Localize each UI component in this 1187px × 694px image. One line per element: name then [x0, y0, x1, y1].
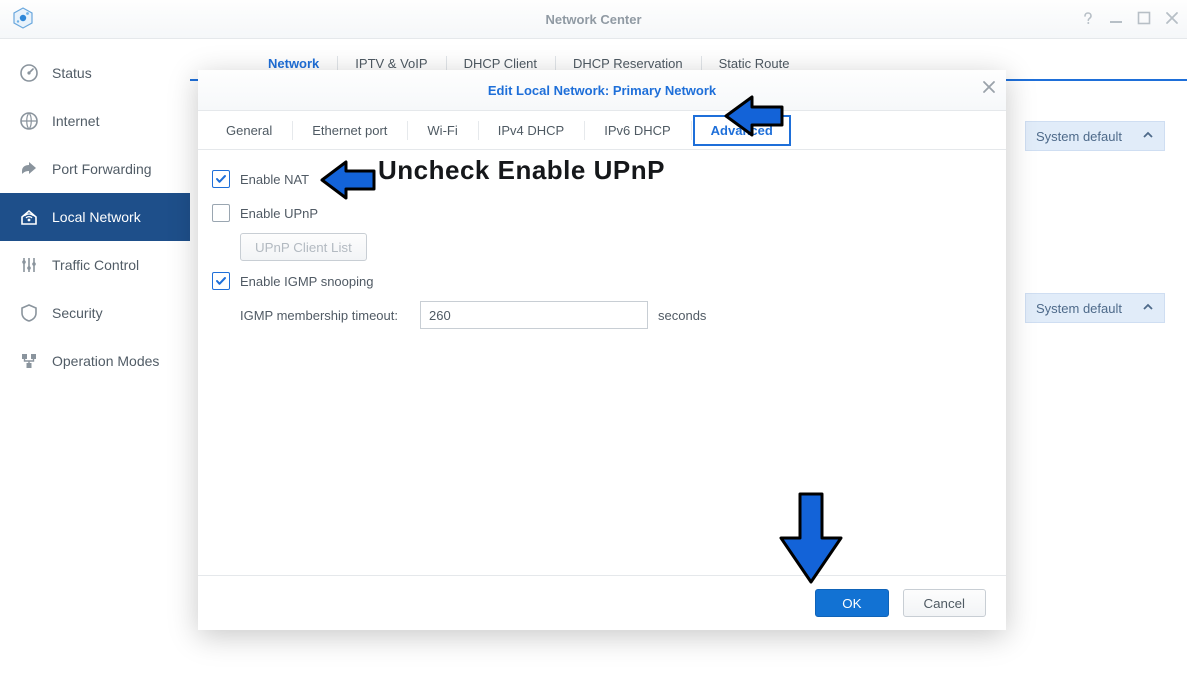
sidebar: Status Internet Port Forwarding Local Ne…	[0, 39, 190, 694]
globe-icon	[18, 111, 40, 131]
sidebar-item-local-network[interactable]: Local Network	[0, 193, 190, 241]
dialog-body: Enable NAT Enable UPnP UPnP Client List …	[198, 150, 1006, 575]
button-label: Cancel	[924, 596, 966, 611]
firewall-profile-chip[interactable]: System default	[1025, 121, 1165, 151]
igmp-timeout-label: IGMP membership timeout:	[240, 308, 410, 323]
dialog-tab-ipv4-dhcp[interactable]: IPv4 DHCP	[480, 115, 582, 146]
tab-label: IPv4 DHCP	[498, 123, 564, 138]
chevron-up-icon	[1142, 129, 1154, 144]
chip-label: System default	[1036, 129, 1122, 144]
window-minimize-icon[interactable]	[1109, 11, 1123, 28]
tab-label: DHCP Reservation	[573, 56, 683, 71]
dialog-tab-wifi[interactable]: Wi-Fi	[409, 115, 475, 146]
sidebar-item-status[interactable]: Status	[0, 49, 190, 97]
tab-label: IPv6 DHCP	[604, 123, 670, 138]
sidebar-item-label: Local Network	[52, 209, 141, 225]
sidebar-item-label: Traffic Control	[52, 257, 139, 273]
cancel-button[interactable]: Cancel	[903, 589, 987, 617]
tab-label: Ethernet port	[312, 123, 387, 138]
dialog-tabs: General Ethernet port Wi-Fi IPv4 DHCP IP…	[198, 111, 1006, 150]
sidebar-item-internet[interactable]: Internet	[0, 97, 190, 145]
dialog-title: Edit Local Network: Primary Network	[488, 83, 716, 98]
enable-nat-label: Enable NAT	[240, 172, 309, 187]
sidebar-item-label: Security	[52, 305, 103, 321]
igmp-timeout-input[interactable]	[420, 301, 648, 329]
sidebar-item-label: Status	[52, 65, 92, 81]
enable-igmp-checkbox[interactable]	[212, 272, 230, 290]
tab-label: Static Route	[719, 56, 790, 71]
window-close-icon[interactable]	[1165, 11, 1179, 28]
sidebar-item-label: Operation Modes	[52, 353, 159, 369]
firewall-profile-chip[interactable]: System default	[1025, 293, 1165, 323]
tab-label: Wi-Fi	[427, 123, 457, 138]
upnp-client-list-button[interactable]: UPnP Client List	[240, 233, 367, 261]
tab-label: IPTV & VoIP	[355, 56, 427, 71]
dialog-tab-advanced[interactable]: Advanced	[693, 115, 791, 146]
sidebar-item-security[interactable]: Security	[0, 289, 190, 337]
dialog-tab-general[interactable]: General	[208, 115, 290, 146]
tab-label: Advanced	[711, 123, 773, 138]
ok-button[interactable]: OK	[815, 589, 888, 617]
close-icon[interactable]	[982, 80, 996, 99]
sidebar-item-operation-modes[interactable]: Operation Modes	[0, 337, 190, 385]
window-titlebar: Network Center	[0, 0, 1187, 39]
nodes-icon	[18, 351, 40, 371]
dialog-tab-ethernet-port[interactable]: Ethernet port	[294, 115, 405, 146]
enable-igmp-label: Enable IGMP snooping	[240, 274, 373, 289]
tab-label: Network	[268, 56, 319, 71]
button-label: OK	[842, 596, 861, 611]
button-label: UPnP Client List	[255, 240, 352, 255]
tab-label: General	[226, 123, 272, 138]
home-network-icon	[18, 207, 40, 227]
window-help-icon[interactable]	[1081, 11, 1095, 28]
edit-local-network-dialog: Edit Local Network: Primary Network Gene…	[198, 70, 1006, 630]
dialog-footer: OK Cancel	[198, 575, 1006, 630]
sidebar-item-traffic-control[interactable]: Traffic Control	[0, 241, 190, 289]
sliders-icon	[18, 255, 40, 275]
dialog-tab-ipv6-dhcp[interactable]: IPv6 DHCP	[586, 115, 688, 146]
enable-nat-checkbox[interactable]	[212, 170, 230, 188]
enable-upnp-label: Enable UPnP	[240, 206, 318, 221]
enable-upnp-checkbox[interactable]	[212, 204, 230, 222]
sidebar-item-label: Internet	[52, 113, 99, 129]
dialog-header: Edit Local Network: Primary Network	[198, 70, 1006, 111]
app-icon	[12, 7, 34, 32]
forward-icon	[18, 159, 40, 179]
chevron-up-icon	[1142, 301, 1154, 316]
igmp-timeout-unit: seconds	[658, 308, 706, 323]
shield-icon	[18, 303, 40, 323]
tab-label: DHCP Client	[464, 56, 537, 71]
sidebar-item-label: Port Forwarding	[52, 161, 152, 177]
gauge-icon	[18, 63, 40, 83]
window-maximize-icon[interactable]	[1137, 11, 1151, 28]
chip-label: System default	[1036, 301, 1122, 316]
sidebar-item-port-forwarding[interactable]: Port Forwarding	[0, 145, 190, 193]
window-title: Network Center	[0, 12, 1187, 27]
